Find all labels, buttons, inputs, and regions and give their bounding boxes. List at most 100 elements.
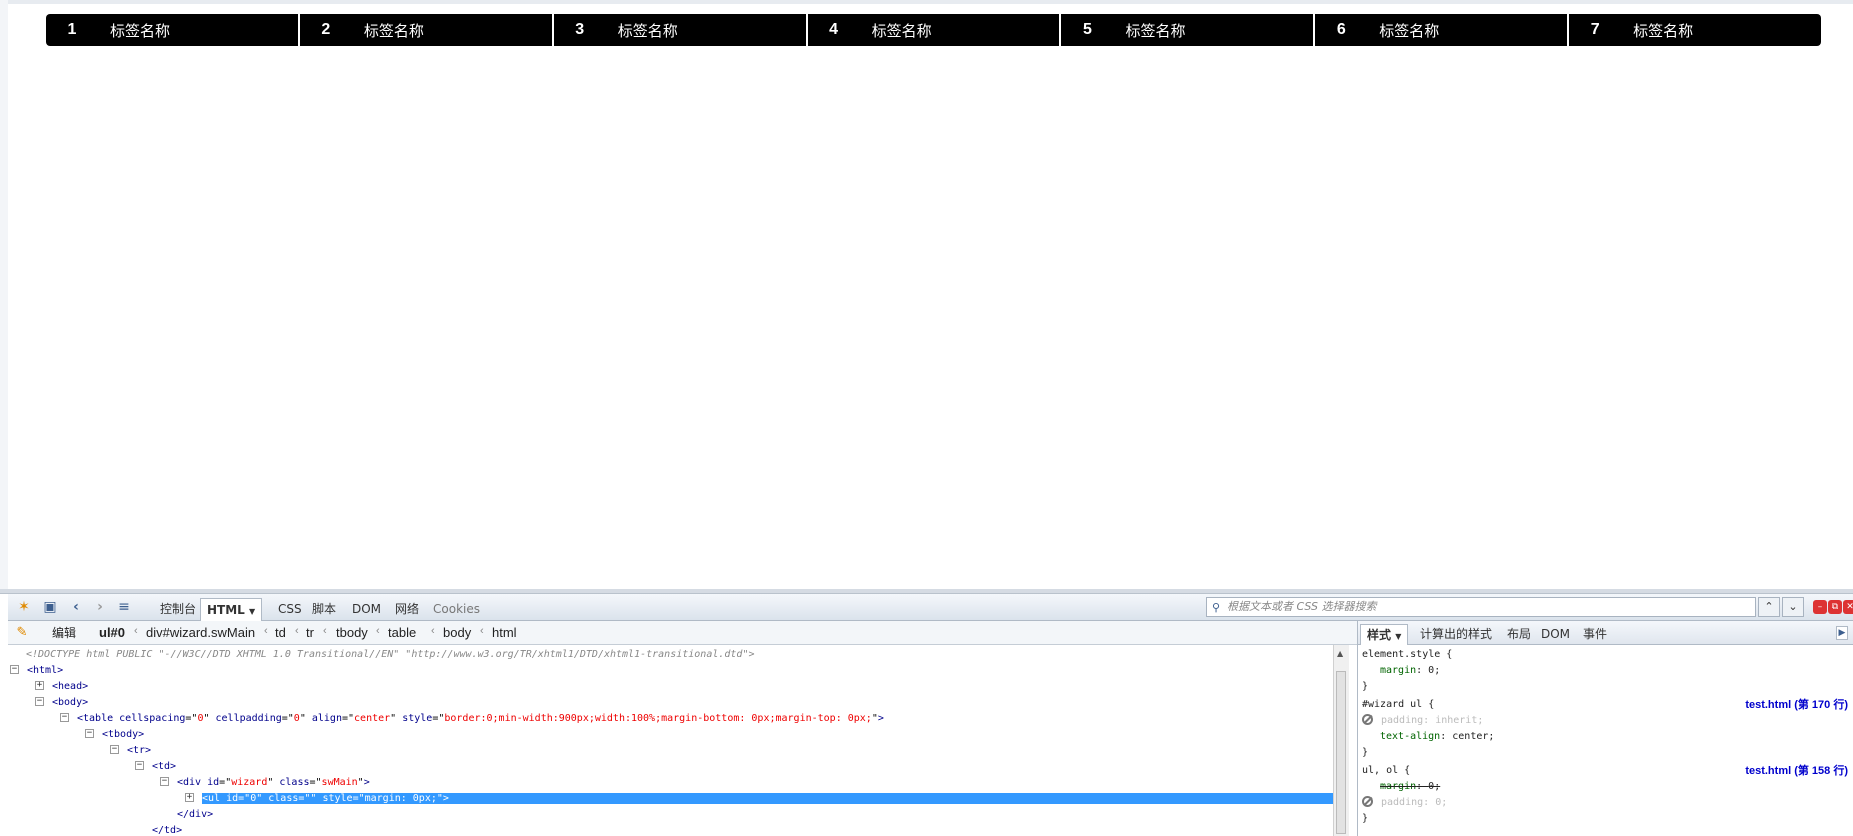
tree-scrollbar[interactable]: ▲: [1333, 645, 1349, 836]
scroll-up-icon[interactable]: ▲: [1337, 649, 1343, 658]
edit-button[interactable]: 编辑: [52, 624, 76, 641]
collapse-icon[interactable]: −: [35, 696, 44, 706]
rule-source-link[interactable]: test.html (第 158 行): [1745, 763, 1848, 779]
wizard-step-6[interactable]: 6 标签名称: [1315, 14, 1568, 46]
wizard-step-5[interactable]: 5 标签名称: [1061, 14, 1314, 46]
rule-property[interactable]: text-align: center;: [1380, 729, 1494, 745]
edit-icon[interactable]: ✎: [12, 623, 32, 641]
close-icon[interactable]: ✕: [1843, 600, 1853, 614]
breadcrumb-item[interactable]: div#wizard.swMain: [146, 625, 255, 640]
side-tab-layout[interactable]: 布局: [1501, 624, 1537, 645]
tree-row-tbody[interactable]: − <tbody>: [85, 727, 144, 743]
expand-icon[interactable]: +: [185, 792, 194, 802]
side-tab-style[interactable]: 样式 ▼: [1360, 624, 1409, 645]
step-list-icon[interactable]: ≡: [114, 598, 134, 616]
back-icon[interactable]: ‹: [66, 598, 86, 616]
tag-text: <div: [177, 777, 202, 788]
wizard-step-1[interactable]: 1 标签名称: [46, 14, 298, 46]
tag-text: </td>: [152, 825, 183, 836]
wizard-step-4[interactable]: 4 标签名称: [807, 14, 1060, 46]
doctype-text: <!DOCTYPE html PUBLIC "-//W3C//DTD XHTML…: [26, 649, 755, 660]
breadcrumb-item[interactable]: table: [388, 625, 416, 640]
prop-value: inherit;: [1435, 715, 1484, 726]
breadcrumb-item[interactable]: td: [275, 625, 286, 640]
rule-property-overridden[interactable]: margin: 0;: [1380, 779, 1440, 795]
tab-console[interactable]: 控制台: [154, 598, 202, 621]
attr-value: 0: [197, 713, 204, 724]
wizard-step-7[interactable]: 7 标签名称: [1569, 14, 1822, 46]
tab-html[interactable]: HTML ▼: [200, 598, 263, 621]
rule-property[interactable]: margin: 0;: [1380, 663, 1440, 679]
scrollbar-thumb[interactable]: [1336, 671, 1346, 834]
tree-row-body[interactable]: − <body>: [35, 695, 88, 711]
prop-name: margin: [1380, 665, 1417, 676]
wizard-step-2[interactable]: 2 标签名称: [299, 14, 552, 46]
html-tree: <!DOCTYPE html PUBLIC "-//W3C//DTD XHTML…: [8, 645, 1333, 836]
collapse-icon[interactable]: −: [110, 744, 119, 754]
breadcrumb: ✎ 编辑 ul#0 ‹ div#wizard.swMain ‹ td ‹ tr …: [8, 621, 1357, 645]
breadcrumb-item[interactable]: tbody: [336, 625, 368, 640]
tree-row-td[interactable]: − <td>: [135, 759, 176, 775]
tag-text: </div>: [177, 809, 214, 820]
disabled-icon[interactable]: [1362, 795, 1373, 807]
breadcrumb-item[interactable]: tr: [306, 625, 314, 640]
collapse-icon[interactable]: −: [60, 712, 69, 722]
collapse-icon[interactable]: −: [160, 776, 169, 786]
detach-icon[interactable]: ⧉: [1828, 600, 1842, 614]
step-label: 标签名称: [617, 21, 678, 40]
tree-row-head[interactable]: + <head>: [35, 679, 88, 695]
wizard-steps: 1 标签名称 2 标签名称 3 标签名称 4 标签名称 5 标签名称 6 标签名称 7 标签名…: [46, 14, 1822, 46]
attr-value: wizard: [231, 777, 268, 788]
tab-cookies[interactable]: Cookies: [427, 598, 486, 621]
search-input[interactable]: ⚲ 根据文本或者 CSS 选择器搜索: [1206, 597, 1756, 617]
expand-icon[interactable]: +: [35, 680, 44, 690]
collapse-icon[interactable]: −: [85, 728, 94, 738]
breadcrumb-item[interactable]: html: [492, 625, 517, 640]
tree-row-tr[interactable]: − <tr>: [110, 743, 151, 759]
side-tab-events[interactable]: 事件: [1577, 624, 1613, 645]
attr-name: style: [402, 713, 433, 724]
collapse-icon[interactable]: −: [10, 664, 19, 674]
tree-row-div[interactable]: − <div id="wizard" class="swMain">: [160, 775, 370, 791]
tree-row-div-close[interactable]: </div>: [177, 807, 213, 823]
devtools-toolbar: ✶ ▣ ‹ › ≡ 控制台 HTML ▼ CSS 脚本 DOM 网络 Cooki…: [8, 594, 1853, 621]
disabled-icon[interactable]: [1362, 713, 1373, 725]
breadcrumb-item[interactable]: body: [443, 625, 471, 640]
minimize-icon[interactable]: –: [1813, 600, 1827, 614]
tag-text: <tbody>: [102, 729, 145, 740]
tab-dom[interactable]: DOM: [346, 598, 387, 621]
rule-source-link[interactable]: test.html (第 170 行): [1745, 697, 1848, 713]
search-placeholder: 根据文本或者 CSS 选择器搜索: [1227, 600, 1377, 613]
tree-row-html[interactable]: − <html>: [10, 663, 63, 679]
side-tab-dom[interactable]: DOM: [1535, 624, 1576, 645]
rule-selector: element.style {: [1362, 649, 1453, 660]
prop-name: padding: [1381, 797, 1424, 808]
tree-row-ul-selected[interactable]: + <ul id="0" class="" style="margin: 0px;…: [185, 791, 1333, 807]
firebug-icon[interactable]: ✶: [14, 598, 34, 616]
tab-css[interactable]: CSS: [272, 598, 308, 621]
tab-network[interactable]: 网络: [389, 598, 425, 621]
wizard-step-3[interactable]: 3 标签名称: [553, 14, 806, 46]
breadcrumb-separator-icon: ‹: [480, 625, 484, 637]
search-icon: ⚲: [1212, 601, 1221, 614]
forward-icon[interactable]: ›: [90, 598, 110, 616]
rule-property-disabled[interactable]: padding: inherit;: [1362, 713, 1483, 729]
breadcrumb-separator-icon: ‹: [323, 625, 327, 637]
attr-name: align: [311, 713, 342, 724]
attr-value: 0: [250, 793, 257, 804]
search-prev-icon[interactable]: ⌃: [1758, 597, 1780, 617]
step-label: 标签名称: [1125, 21, 1186, 40]
prop-name: padding: [1381, 715, 1424, 726]
inspect-icon[interactable]: ▣: [40, 598, 60, 616]
side-tab-computed[interactable]: 计算出的样式: [1414, 624, 1498, 645]
breadcrumb-item[interactable]: ul#0: [99, 625, 125, 640]
search-next-icon[interactable]: ⌄: [1782, 597, 1804, 617]
tree-row-td-close[interactable]: </td>: [152, 823, 182, 836]
collapse-icon[interactable]: −: [135, 760, 144, 770]
tree-row-table[interactable]: − <table cellspacing="0" cellpadding="0" …: [60, 711, 884, 727]
side-tabs: 样式 ▼ 计算出的样式 布局 DOM 事件 ▶: [1358, 621, 1853, 645]
rule-brace: }: [1362, 681, 1369, 692]
rule-property-disabled[interactable]: padding: 0;: [1362, 795, 1447, 811]
tab-script[interactable]: 脚本: [306, 598, 342, 621]
side-expand-icon[interactable]: ▶: [1836, 626, 1848, 640]
